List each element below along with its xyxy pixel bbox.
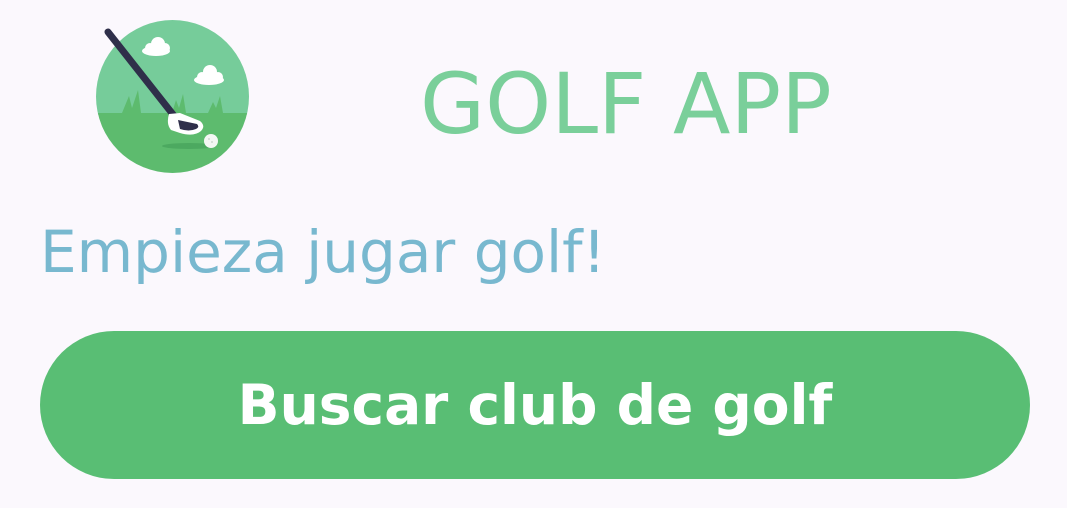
logo-sky <box>96 20 249 115</box>
golf-ball-icon <box>204 134 218 148</box>
app-title: GOLF APP <box>420 55 832 153</box>
search-golf-club-button[interactable]: Buscar club de golf <box>40 331 1030 479</box>
main-screen: GOLF APP Empieza jugar golf! Buscar club… <box>0 0 1067 508</box>
golf-club-logo-icon <box>96 20 249 173</box>
tagline-text: Empieza jugar golf! <box>40 218 606 286</box>
